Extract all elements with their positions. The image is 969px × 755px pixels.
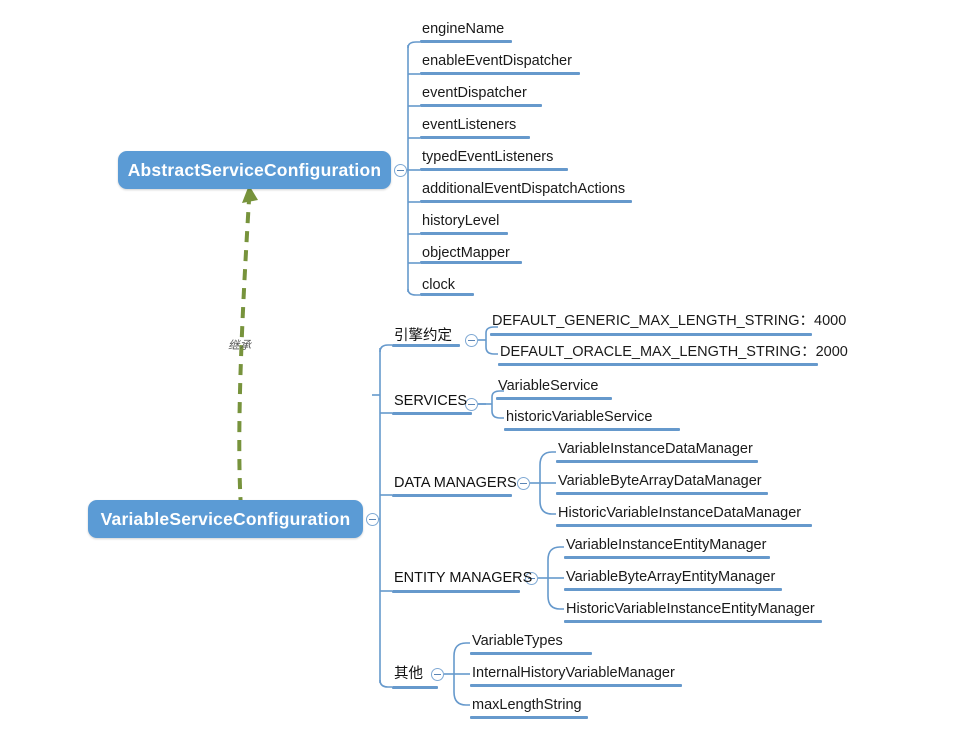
collapse-toggle-other[interactable]	[431, 668, 444, 681]
list-item[interactable]: historicVariableService	[506, 410, 652, 425]
leaf-underline	[470, 652, 592, 655]
group-underline	[392, 344, 460, 347]
list-item[interactable]: VariableInstanceEntityManager	[566, 538, 766, 553]
group-underline	[392, 686, 438, 689]
list-item[interactable]: additionalEventDispatchActions	[422, 182, 625, 197]
collapse-toggle-abstract[interactable]	[394, 164, 407, 177]
leaf-underline	[420, 136, 530, 139]
list-item[interactable]: maxLengthString	[472, 698, 582, 713]
list-item[interactable]: eventDispatcher	[422, 86, 527, 101]
list-item[interactable]: HistoricVariableInstanceEntityManager	[566, 602, 815, 617]
list-item[interactable]: VariableByteArrayEntityManager	[566, 570, 775, 585]
leaf-underline	[420, 232, 508, 235]
node-label: AbstractServiceConfiguration	[127, 159, 382, 180]
collapse-toggle-data-managers[interactable]	[517, 477, 530, 490]
group-label-engine-constraints[interactable]: 引擎约定	[394, 329, 452, 344]
list-item[interactable]: VariableByteArrayDataManager	[558, 474, 762, 489]
leaf-underline	[420, 168, 568, 171]
list-item[interactable]: InternalHistoryVariableManager	[472, 666, 675, 681]
leaf-underline	[420, 40, 512, 43]
node-label: VariableServiceConfiguration	[100, 508, 351, 529]
leaf-underline	[498, 363, 818, 366]
leaf-underline	[490, 333, 812, 336]
leaf-underline	[564, 620, 822, 623]
leaf-underline	[504, 428, 680, 431]
leaf-underline	[470, 684, 682, 687]
list-item[interactable]: objectMapper	[422, 246, 510, 261]
list-item[interactable]: clock	[422, 278, 455, 293]
group-label-other[interactable]: 其他	[394, 667, 423, 682]
list-item[interactable]: DEFAULT_GENERIC_MAX_LENGTH_STRING：4000	[492, 314, 846, 329]
leaf-underline	[556, 492, 768, 495]
collapse-toggle-variable[interactable]	[366, 513, 379, 526]
leaf-underline	[564, 556, 770, 559]
list-item[interactable]: DEFAULT_ORACLE_MAX_LENGTH_STRING：2000	[500, 345, 848, 360]
group-label-entity-managers[interactable]: ENTITY MANAGERS	[394, 571, 532, 586]
group-label-services[interactable]: SERVICES	[394, 394, 467, 409]
node-abstract-service-configuration[interactable]: AbstractServiceConfiguration	[118, 151, 391, 189]
list-item[interactable]: eventListeners	[422, 118, 516, 133]
list-item[interactable]: engineName	[422, 22, 504, 37]
leaf-underline	[556, 524, 812, 527]
list-item[interactable]: historyLevel	[422, 214, 499, 229]
list-item[interactable]: VariableTypes	[472, 634, 563, 649]
list-item[interactable]: typedEventListeners	[422, 150, 553, 165]
leaf-underline	[420, 72, 580, 75]
list-item[interactable]: VariableService	[498, 379, 598, 394]
list-item[interactable]: VariableInstanceDataManager	[558, 442, 753, 457]
group-underline	[392, 412, 472, 415]
node-variable-service-configuration[interactable]: VariableServiceConfiguration	[88, 500, 363, 538]
group-underline	[392, 494, 512, 497]
leaf-underline	[420, 261, 522, 264]
leaf-underline	[496, 397, 612, 400]
leaf-underline	[564, 588, 782, 591]
group-label-data-managers[interactable]: DATA MANAGERS	[394, 476, 517, 491]
list-item[interactable]: HistoricVariableInstanceDataManager	[558, 506, 801, 521]
mindmap-canvas: AbstractServiceConfiguration VariableSer…	[0, 0, 969, 755]
leaf-underline	[420, 293, 474, 296]
inheritance-relation-label: 继承	[228, 340, 251, 352]
group-underline	[392, 590, 520, 593]
collapse-toggle-engine-constraints[interactable]	[465, 334, 478, 347]
list-item[interactable]: enableEventDispatcher	[422, 54, 572, 69]
leaf-underline	[420, 104, 542, 107]
leaf-underline	[420, 200, 632, 203]
leaf-underline	[470, 716, 588, 719]
leaf-underline	[556, 460, 758, 463]
